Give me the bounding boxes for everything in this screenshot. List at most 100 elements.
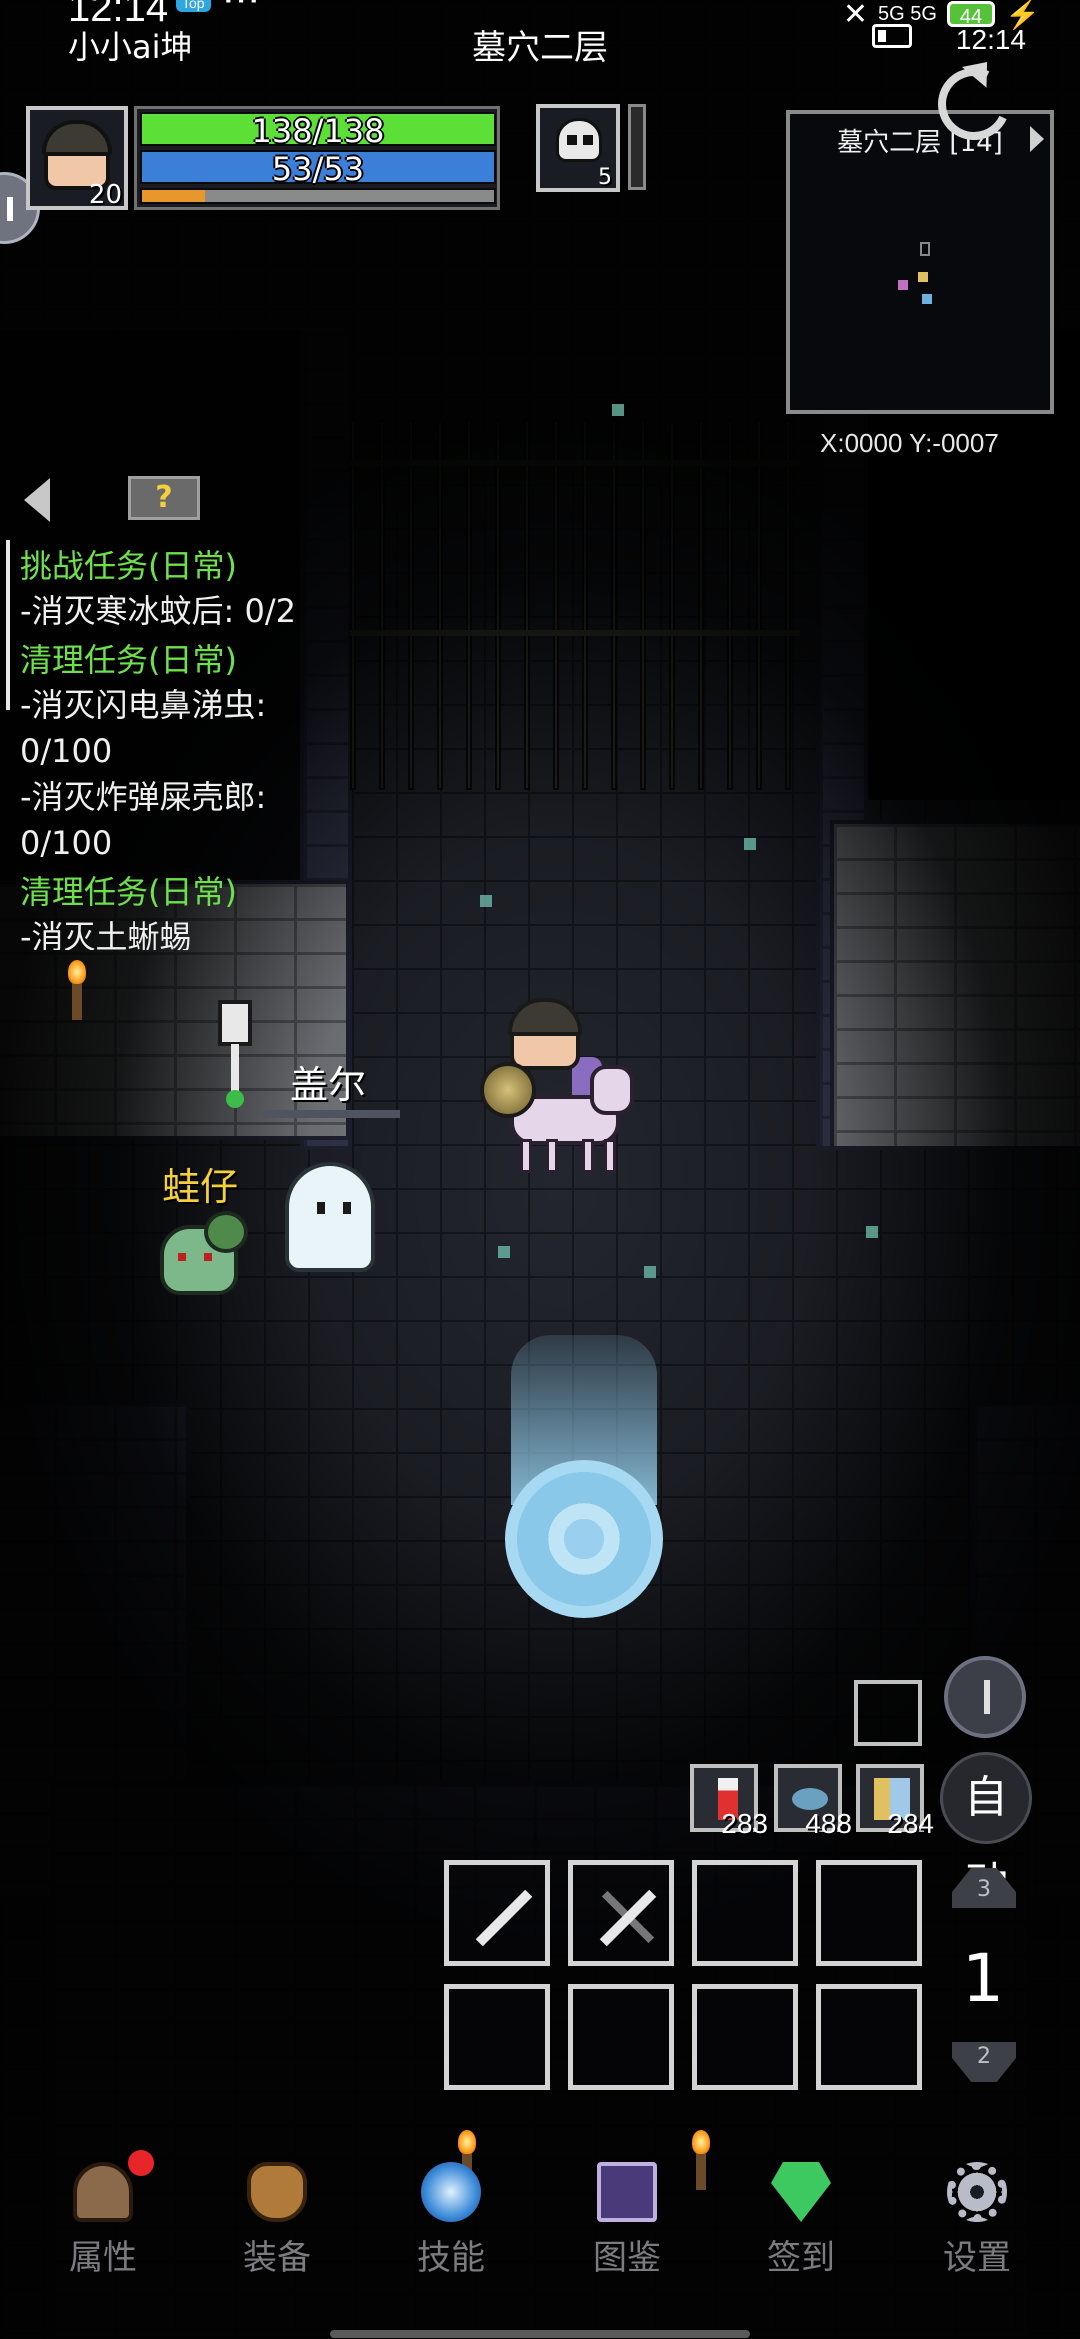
- quick-slot-empty[interactable]: [854, 1680, 922, 1746]
- nav-label: 设置: [943, 2238, 1011, 2278]
- nav-label: 装备: [243, 2238, 311, 2278]
- hp-text: 138/138: [251, 112, 385, 150]
- signpost[interactable]: [218, 1000, 252, 1046]
- blue-orb-icon: [421, 2162, 481, 2222]
- minimap-portal-marker: [922, 294, 932, 304]
- skill-slot-3[interactable]: [692, 1860, 798, 1966]
- nav-label: 图鉴: [593, 2238, 661, 2278]
- quest-objective: 0/100: [20, 824, 113, 862]
- skill-slot-6[interactable]: [568, 1984, 674, 2090]
- particle: [498, 1246, 510, 1258]
- item-slot-scroll[interactable]: 284: [856, 1764, 934, 1839]
- item-count: 283: [721, 1808, 768, 1839]
- quest-title[interactable]: 挑战任务(日常): [20, 544, 326, 588]
- skill-slot-1[interactable]: [444, 1860, 550, 1966]
- player-stat-bars: 138/138 53/53: [134, 106, 500, 210]
- sword-skill-icon: [475, 1889, 533, 1947]
- pot-icon: [247, 2162, 307, 2222]
- quest-collapse-icon[interactable]: [24, 478, 50, 522]
- particle: [612, 404, 624, 416]
- quest-scroll-indicator: [6, 540, 10, 710]
- nav-attributes[interactable]: 属性: [28, 2150, 178, 2290]
- status-bar: 12:14 Top ··· 小小ai坤 墓穴二层 ✕ 5G 5G 44 ⚡ 12…: [0, 0, 1080, 68]
- helmet-icon: [42, 120, 112, 156]
- skill-page-number: 1: [962, 1940, 1004, 2017]
- quest-title[interactable]: 清理任务(日常): [20, 638, 326, 682]
- notification-dot: [128, 2150, 154, 2176]
- minimap-pet-marker: [898, 280, 908, 290]
- xp-bar: [140, 188, 496, 204]
- skill-slot-7[interactable]: [692, 1984, 798, 2090]
- quest-objective: -消灭寒冰蚊后: 0/2: [20, 592, 297, 630]
- pet-name-label: 蛙仔: [162, 1165, 239, 1209]
- item-slot-potion[interactable]: 283: [690, 1764, 768, 1839]
- nav-equipment[interactable]: 装备: [202, 2150, 352, 2290]
- nav-settings[interactable]: 设置: [902, 2150, 1052, 2290]
- minimap[interactable]: 墓穴二层 [14]: [786, 110, 1054, 414]
- player-character[interactable]: [480, 998, 640, 1175]
- gem-icon: [771, 2162, 831, 2222]
- npc-name-label: 盖尔: [290, 1063, 367, 1107]
- nav-codex[interactable]: 图鉴: [552, 2150, 702, 2290]
- skill-slot-2[interactable]: [568, 1860, 674, 1966]
- pet-portrait[interactable]: 5: [536, 104, 620, 192]
- item-slot-fish[interactable]: 488: [774, 1764, 852, 1839]
- status-time-right: 12:14: [955, 24, 1026, 55]
- mp-text: 53/53: [271, 150, 365, 188]
- quest-objective: 0/100: [20, 732, 113, 770]
- item-count: 488: [805, 1808, 852, 1839]
- pet-level: 5: [598, 165, 612, 190]
- player-shield: [480, 1062, 536, 1118]
- mp-bar: 53/53: [140, 150, 496, 188]
- book-icon: [597, 2162, 657, 2222]
- xp-bar-fill: [142, 190, 206, 202]
- player-coordinates: X:0000 Y:-0007: [820, 428, 999, 458]
- minimap-player-marker: [918, 272, 928, 282]
- signal-label: 5G 5G: [877, 2, 937, 25]
- torch-left: [68, 960, 86, 1020]
- battery-outline-icon: [872, 24, 912, 48]
- player-helmet: [508, 998, 582, 1036]
- signpost-gem: [226, 1090, 244, 1108]
- nav-label: 签到: [767, 2238, 835, 2278]
- minimap-marker: [920, 242, 930, 256]
- portal-disc: [505, 1460, 663, 1618]
- teleport-portal[interactable]: [505, 1335, 663, 1618]
- particle: [744, 838, 756, 850]
- nav-skills[interactable]: 技能: [376, 2150, 526, 2290]
- nav-label: 技能: [417, 2238, 485, 2278]
- skill-slot-4[interactable]: [816, 1860, 922, 1966]
- helmet-icon: [73, 2162, 133, 2222]
- skill-slot-8[interactable]: [816, 1984, 922, 2090]
- bottom-nav: 属性 装备 技能 图鉴 签到 设置: [0, 2150, 1080, 2300]
- quest-objective: -消灭土蜥蜴: [20, 918, 192, 950]
- skill-slot-5[interactable]: [444, 1984, 550, 2090]
- frog-pet[interactable]: [160, 1211, 248, 1295]
- home-indicator[interactable]: [330, 2330, 750, 2338]
- ghost-npc[interactable]: [285, 1162, 375, 1272]
- particle: [644, 1266, 656, 1278]
- player-portrait[interactable]: 20: [26, 106, 128, 210]
- quest-title[interactable]: 清理任务(日常): [20, 870, 326, 914]
- nav-checkin[interactable]: 签到: [726, 2150, 876, 2290]
- signpost-pole: [231, 1044, 239, 1096]
- particle: [480, 895, 492, 907]
- item-count: 284: [887, 1808, 934, 1839]
- auto-battle-button[interactable]: 自动: [940, 1752, 1032, 1909]
- particle: [866, 1226, 878, 1238]
- quest-list: 挑战任务(日常) -消灭寒冰蚊后: 0/2 清理任务(日常) -消灭闪电鼻涕虫: 0/1…: [20, 540, 326, 950]
- quest-objective: -消灭闪电鼻涕虫:: [20, 686, 267, 724]
- mute-icon: ✕: [842, 0, 868, 31]
- quest-objective: -消灭炸弹屎壳郎:: [20, 778, 267, 816]
- hp-bar: 138/138: [140, 112, 496, 150]
- switch-target-button[interactable]: [944, 1656, 1026, 1738]
- pet-hp-bar: [628, 104, 646, 190]
- status-badge: Top: [176, 0, 211, 12]
- quest-panel[interactable]: 挑战任务(日常) -消灭寒冰蚊后: 0/2 清理任务(日常) -消灭闪电鼻涕虫: 0/1…: [6, 540, 326, 950]
- minimap-title: 墓穴二层 [14]: [837, 128, 1003, 158]
- player-level: 20: [88, 180, 122, 210]
- skull-icon: [556, 118, 602, 162]
- quest-help-button[interactable]: ?: [128, 476, 200, 520]
- gear-icon: [947, 2162, 1007, 2222]
- minimap-expand-icon[interactable]: [1030, 126, 1044, 152]
